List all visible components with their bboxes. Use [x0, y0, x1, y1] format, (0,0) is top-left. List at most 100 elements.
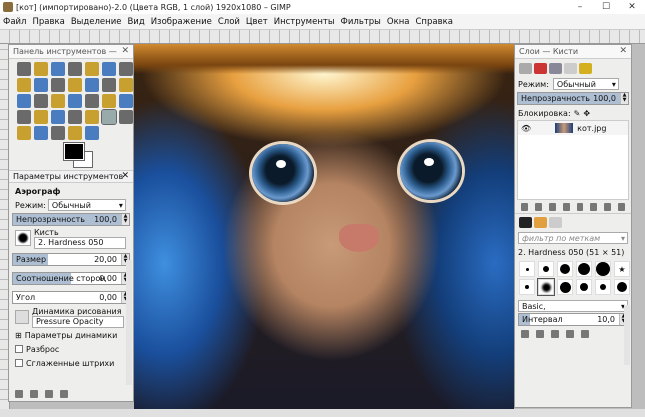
lower-layer-icon[interactable]	[562, 202, 570, 211]
dynamics-icon[interactable]	[15, 310, 29, 324]
tool-options-tab[interactable]: Параметры инструментов ✕	[9, 170, 133, 183]
new-layer-icon[interactable]	[521, 202, 528, 211]
brush-item[interactable]	[557, 261, 573, 277]
raise-layer-icon[interactable]	[548, 202, 556, 211]
ink-tool-icon[interactable]	[119, 110, 133, 124]
airbrush-tool-icon[interactable]	[101, 109, 117, 125]
rotate-tool-icon[interactable]	[17, 94, 31, 108]
maximize-button[interactable]: ☐	[594, 0, 618, 14]
brush-item[interactable]	[614, 279, 630, 295]
reset-options-icon[interactable]	[60, 389, 68, 398]
gradients-tab-icon[interactable]	[549, 217, 562, 228]
mask-layer-icon[interactable]	[604, 202, 612, 211]
menu-windows[interactable]: Окна	[384, 17, 413, 27]
dodge-burn-tool-icon[interactable]	[85, 126, 99, 140]
angle-slider[interactable]: Угол 0,00 ▲▼	[12, 291, 130, 304]
brush-item-selected[interactable]	[537, 278, 555, 296]
align-tool-icon[interactable]	[102, 78, 116, 92]
paintbrush-tool-icon[interactable]	[68, 110, 82, 124]
mode-select[interactable]: Обычный ▾	[47, 199, 126, 211]
eye-icon[interactable]: 👁	[521, 124, 531, 133]
tool-options-close-icon[interactable]: ✕	[121, 171, 129, 181]
menu-color[interactable]: Цвет	[243, 17, 271, 27]
menu-edit[interactable]: Правка	[29, 17, 67, 27]
brush-filter-input[interactable]: фильтр по меткам ▾	[518, 232, 628, 244]
crop-tool-icon[interactable]	[119, 78, 133, 92]
dynamics-field[interactable]: Pressure Opacity	[32, 315, 124, 328]
brush-item[interactable]: ★	[614, 261, 630, 277]
menu-image[interactable]: Изображение	[148, 17, 215, 27]
brush-item[interactable]	[576, 279, 592, 295]
minimize-button[interactable]: –	[568, 0, 592, 14]
brush-preview-icon[interactable]	[15, 230, 31, 246]
bucket-fill-tool-icon[interactable]	[17, 110, 31, 124]
duplicate-brush-icon[interactable]	[551, 329, 559, 338]
menu-layer[interactable]: Слой	[215, 17, 243, 27]
eraser-tool-icon[interactable]	[85, 110, 99, 124]
gradient-tool-icon[interactable]	[34, 110, 48, 124]
menu-help[interactable]: Справка	[412, 17, 455, 27]
zoom-tool-icon[interactable]	[51, 78, 65, 92]
brush-item[interactable]	[519, 279, 535, 295]
text-tool-icon[interactable]	[119, 94, 133, 108]
smooth-checkbox-row[interactable]: Сглаженные штрихи	[12, 356, 130, 370]
delete-layer-icon[interactable]	[618, 202, 625, 211]
menu-tools[interactable]: Инструменты	[271, 17, 338, 27]
free-select-tool-icon[interactable]	[51, 62, 65, 76]
layer-row[interactable]: 👁 кот.jpg	[518, 121, 628, 135]
ellipse-select-tool-icon[interactable]	[34, 62, 48, 76]
layers-tab-icon[interactable]	[519, 62, 532, 74]
layer-opacity-spin-icon[interactable]: ▲ ▼	[620, 93, 628, 104]
cage-tool-icon[interactable]	[102, 94, 116, 108]
menu-view[interactable]: Вид	[124, 17, 147, 27]
rect-select-tool-icon[interactable]	[17, 62, 31, 76]
smudge-tool-icon[interactable]	[68, 126, 82, 140]
brush-item[interactable]	[595, 261, 611, 277]
patterns-tab-icon[interactable]	[579, 62, 592, 74]
brush-item[interactable]	[557, 279, 573, 295]
lock-position-icon[interactable]: ✥	[583, 109, 590, 118]
jitter-checkbox-row[interactable]: Разброс	[12, 342, 130, 356]
patterns-tab-icon[interactable]	[534, 217, 547, 228]
new-group-icon[interactable]	[534, 202, 542, 211]
menu-select[interactable]: Выделение	[68, 17, 125, 27]
jitter-checkbox[interactable]	[15, 345, 23, 353]
new-brush-icon[interactable]	[536, 329, 544, 338]
layers-close-icon[interactable]: ✕	[619, 46, 627, 56]
menu-file[interactable]: Файл	[0, 17, 29, 27]
color-select-tool-icon[interactable]	[85, 62, 99, 76]
foreground-color-swatch[interactable]	[63, 142, 85, 161]
dynamics-params-expander[interactable]: ⊞ Параметры динамики	[12, 328, 130, 342]
menu-filters[interactable]: Фильтры	[338, 17, 384, 27]
move-tool-icon[interactable]	[85, 78, 99, 92]
scale-tool-icon[interactable]	[34, 94, 48, 108]
layers-mode-select[interactable]: Обычный ▾	[552, 78, 619, 90]
edit-brush-icon[interactable]	[521, 329, 529, 338]
aspect-ratio-slider[interactable]: Соотношение сторон 0,00 ▲▼	[12, 272, 130, 285]
heal-tool-icon[interactable]	[17, 126, 31, 140]
brush-item[interactable]	[519, 261, 535, 277]
brush-item[interactable]	[538, 261, 554, 277]
shear-tool-icon[interactable]	[51, 94, 65, 108]
size-slider[interactable]: Размер 20,00 ▲▼	[12, 253, 130, 266]
blur-tool-icon[interactable]	[51, 126, 65, 140]
channels-tab-icon[interactable]	[534, 62, 547, 74]
paths-tool-icon[interactable]	[17, 78, 31, 92]
color-picker-tool-icon[interactable]	[34, 78, 48, 92]
layer-opacity-slider[interactable]: Непрозрачность 100,0 ▲ ▼	[517, 92, 629, 105]
smooth-checkbox[interactable]	[15, 359, 23, 367]
clone-tool-icon[interactable]	[34, 126, 48, 140]
foreground-select-tool-icon[interactable]	[119, 62, 133, 76]
image-canvas[interactable]	[134, 44, 514, 410]
undo-tab-icon[interactable]	[564, 62, 577, 74]
brush-preset-select[interactable]: Basic, ▾	[518, 300, 628, 312]
paths-tab-icon[interactable]	[549, 62, 562, 74]
flip-tool-icon[interactable]	[85, 94, 99, 108]
toolbox-close-icon[interactable]: ✕	[121, 46, 129, 56]
duplicate-layer-icon[interactable]	[576, 202, 584, 211]
delete-options-icon[interactable]	[45, 389, 53, 398]
scissors-tool-icon[interactable]	[102, 62, 116, 76]
anchor-layer-icon[interactable]	[590, 202, 598, 211]
brushes-scrollbar[interactable]	[624, 305, 630, 365]
close-button[interactable]: ✕	[620, 0, 644, 14]
